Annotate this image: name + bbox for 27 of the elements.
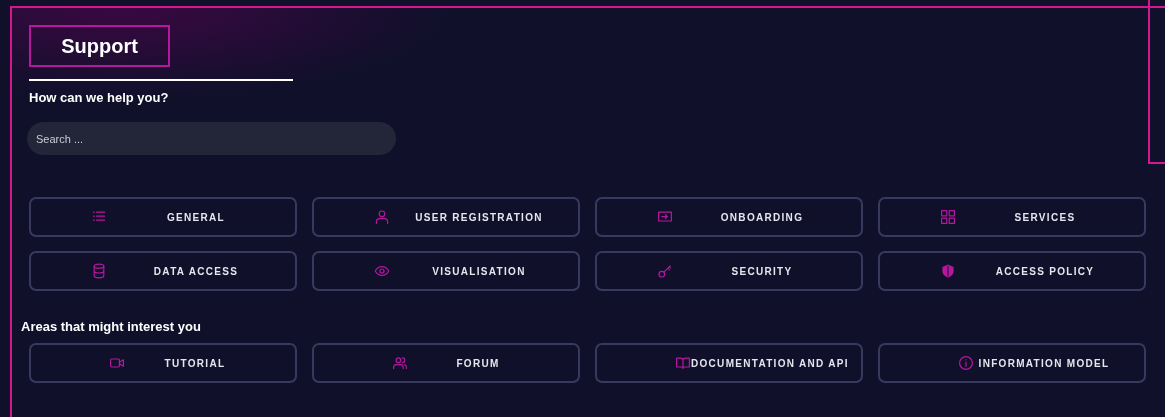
eye-icon — [374, 263, 390, 279]
search-field[interactable]: Search ... — [27, 122, 396, 155]
info-icon — [958, 355, 974, 371]
help-heading: How can we help you? — [29, 90, 170, 105]
key-icon — [657, 263, 673, 279]
database-icon — [91, 263, 107, 279]
topic-button[interactable]: INFORMATION MODEL — [878, 343, 1146, 383]
topic-button[interactable]: SERVICES — [878, 197, 1146, 237]
section-heading: Areas that might interest you — [21, 319, 202, 336]
grid-icon — [940, 209, 956, 225]
topic-button[interactable]: FORUM — [312, 343, 580, 383]
topic-button[interactable]: SECURITY — [595, 251, 863, 291]
topic-button[interactable]: VISUALISATION — [312, 251, 580, 291]
topic-button[interactable]: DOCUMENTATION AND API — [595, 343, 863, 383]
book-icon — [675, 355, 691, 371]
video-icon — [109, 355, 125, 371]
shield-icon — [940, 263, 956, 279]
page-title: Support — [61, 34, 138, 58]
topic-button[interactable]: ACCESS POLICY — [878, 251, 1146, 291]
topic-button[interactable]: DATA ACCESS — [29, 251, 297, 291]
topic-button[interactable]: TUTORIAL — [29, 343, 297, 383]
person-icon — [374, 209, 390, 225]
topic-button[interactable]: GENERAL — [29, 197, 297, 237]
people-icon — [392, 355, 408, 371]
topic-button[interactable]: ONBOARDING — [595, 197, 863, 237]
topic-button[interactable]: USER REGISTRATION — [312, 197, 580, 237]
login-icon — [657, 209, 673, 225]
